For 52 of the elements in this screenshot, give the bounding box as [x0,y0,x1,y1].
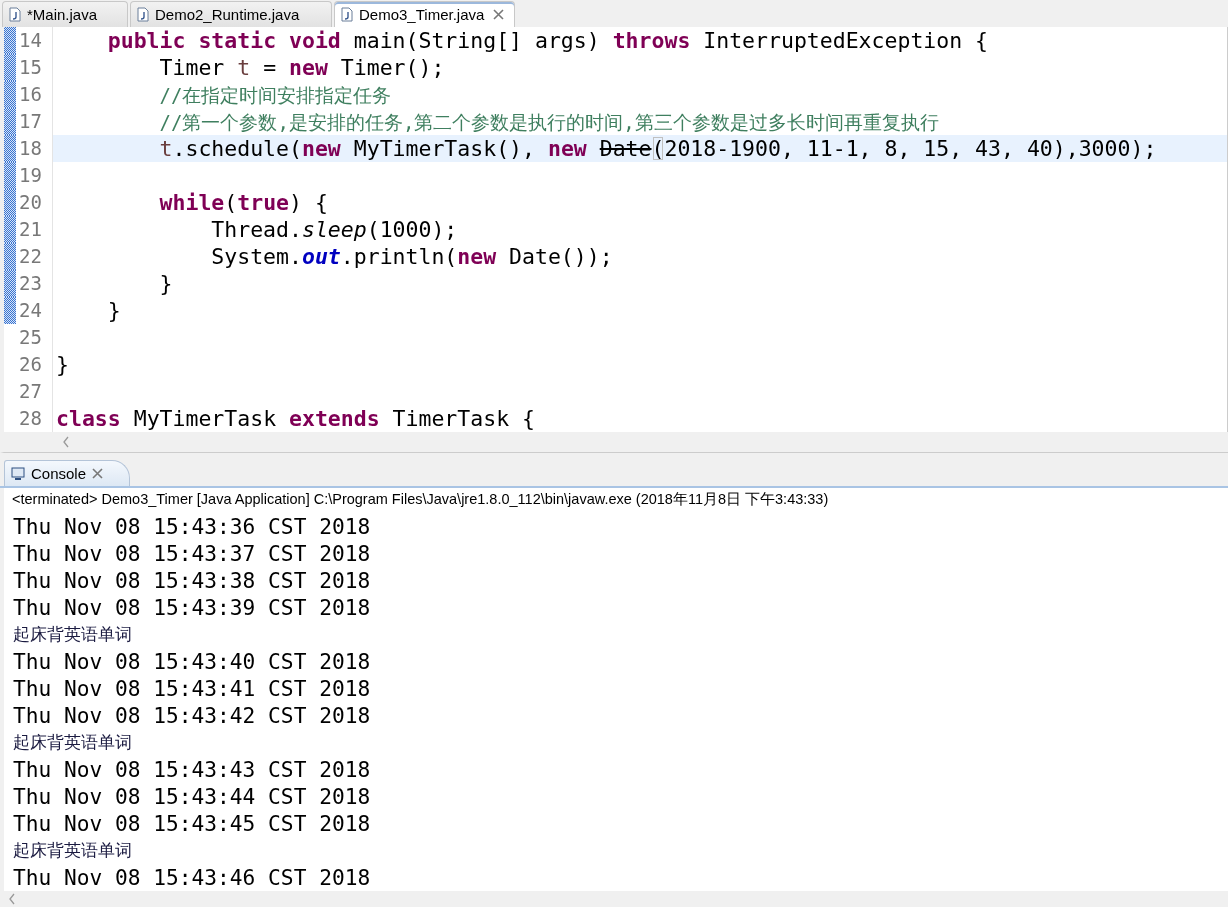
code-line: //第一个参数,是安排的任务,第二个参数是执行的时间,第三个参数是过多长时间再重复执行 [158,110,940,135]
editor-tab[interactable]: Demo3_Timer.java [334,1,515,27]
code-line: while(true) { [158,189,329,216]
line-number: 16 [18,82,43,107]
code-line: } [106,297,122,324]
monitor-icon [11,466,25,481]
code-line: class MyTimerTask extends TimerTask { [55,405,536,432]
console-output-line: Thu Nov 08 15:43:45 CST 2018 [13,810,372,837]
console-output-line: Thu Nov 08 15:43:41 CST 2018 [13,675,372,702]
code-line: System.out.println(new Date()); [210,243,614,270]
line-number: 20 [18,190,43,215]
console-output-line: 起床背英语单词 [13,731,133,754]
console-output-line: Thu Nov 08 15:43:38 CST 2018 [13,567,372,594]
console-tab[interactable]: Console [4,460,131,486]
code-line: } [158,270,174,297]
code-line: Thread.sleep(1000); [210,216,459,243]
line-number: 18 [18,136,43,161]
code-line: Timer t = new Timer(); [158,54,446,81]
console-output-line: Thu Nov 08 15:43:36 CST 2018 [13,513,372,540]
close-icon[interactable] [92,468,104,479]
scroll-left-icon[interactable] [8,893,16,905]
console-output-line: Thu Nov 08 15:43:44 CST 2018 [13,783,372,810]
console-output-line: Thu Nov 08 15:43:37 CST 2018 [13,540,372,567]
console-output-line: Thu Nov 08 15:43:42 CST 2018 [13,702,372,729]
console-output-line: Thu Nov 08 15:43:46 CST 2018 [13,864,372,891]
java-file-icon [341,7,353,22]
line-number: 26 [18,352,43,377]
console-output-line: Thu Nov 08 15:43:40 CST 2018 [13,648,372,675]
line-number: 28 [18,406,43,431]
console-output-line: 起床背英语单词 [13,839,133,862]
line-number: 14 [18,28,43,53]
scroll-left-icon[interactable] [62,436,70,448]
close-icon[interactable] [493,9,504,20]
line-number: 24 [18,298,43,323]
java-file-icon [137,7,149,22]
line-number: 25 [18,325,43,350]
line-number: 27 [18,379,43,404]
console-output-line: Thu Nov 08 15:43:39 CST 2018 [13,594,372,621]
editor-tab[interactable]: *Main.java [2,1,128,27]
editor-tab[interactable]: Demo2_Runtime.java [130,1,332,27]
code-line: public static void main(String[] args) throws InterruptedException { [106,27,990,54]
console-output-line: Thu Nov 08 15:43:43 CST 2018 [13,756,372,783]
console-output-line: 起床背英语单词 [13,623,133,646]
code-line: //在指定时间安排指定任务 [158,83,393,108]
line-number: 23 [18,271,43,296]
line-number: 15 [18,55,43,80]
line-number: 17 [18,109,43,134]
code-line: } [55,351,70,378]
line-number: 19 [18,163,43,188]
java-file-icon [9,7,21,22]
line-number: 22 [18,244,43,269]
line-number: 21 [18,217,43,242]
